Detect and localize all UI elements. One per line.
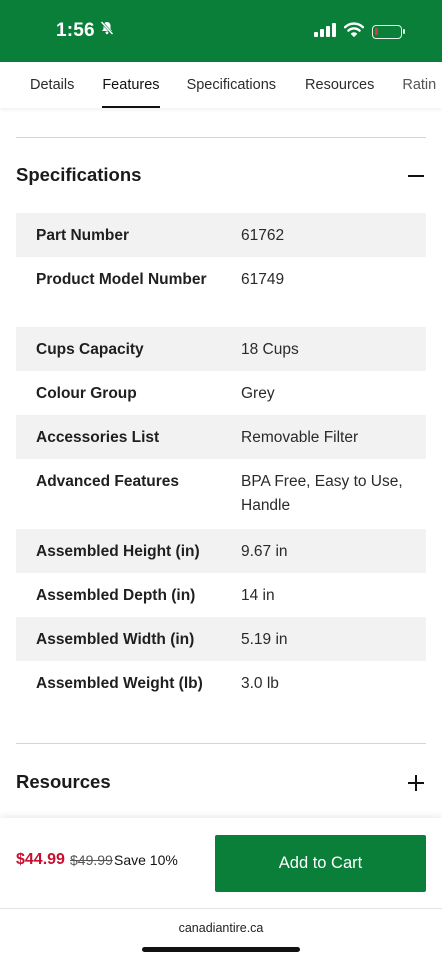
spec-label: Advanced Features <box>36 473 179 490</box>
battery-low-icon <box>372 25 405 39</box>
spec-value: 5.19 in <box>241 631 288 648</box>
spec-label: Product Model Number <box>36 271 207 288</box>
spec-label: Accessories List <box>36 429 160 446</box>
spec-value: Removable Filter <box>241 429 359 446</box>
tab-ratings[interactable]: Ratin <box>402 62 436 108</box>
spec-row: Assembled Depth (in) 14 in <box>16 573 426 617</box>
minus-icon[interactable] <box>406 166 426 186</box>
add-to-cart-button[interactable]: Add to Cart <box>215 835 426 892</box>
spec-label: Part Number <box>36 227 130 244</box>
wifi-icon <box>343 22 365 42</box>
specifications-table: Part Number 61762 Product Model Number 6… <box>16 213 426 705</box>
purchase-bar: $44.99 $49.99 Save 10% Add to Cart <box>0 818 442 908</box>
spec-value: 9.67 in <box>241 543 288 560</box>
spec-row: Assembled Weight (lb) 3.0 lb <box>16 661 426 705</box>
status-bar: 1:56 <box>0 0 442 62</box>
spec-row: Assembled Width (in) 5.19 in <box>16 617 426 661</box>
spec-row: Product Model Number 61749 <box>16 257 426 327</box>
spec-row: Assembled Height (in) 9.67 in <box>16 529 426 573</box>
tab-resources[interactable]: Resources <box>305 62 374 108</box>
spec-label: Assembled Depth (in) <box>36 587 196 604</box>
section-divider <box>16 137 426 138</box>
spec-label: Assembled Height (in) <box>36 543 200 560</box>
spec-value: 61749 <box>241 271 285 288</box>
spec-label: Assembled Weight (lb) <box>36 675 203 692</box>
battery-level <box>375 28 378 35</box>
savings-text: Save 10% <box>114 852 178 868</box>
sale-price: $44.99 <box>16 851 65 868</box>
cellular-signal-icon <box>314 22 336 42</box>
spec-row: Accessories List Removable Filter <box>16 415 426 459</box>
spec-value: Grey <box>241 385 275 402</box>
spec-label: Cups Capacity <box>36 341 144 358</box>
spec-label: Colour Group <box>36 385 137 402</box>
spec-value: 18 Cups <box>241 341 299 358</box>
clock-text: 1:56 <box>56 20 95 41</box>
tab-features[interactable]: Features <box>102 62 160 108</box>
spec-value: 14 in <box>241 587 275 604</box>
regular-price: $49.99 <box>70 852 113 868</box>
resources-heading: Resources <box>16 771 111 792</box>
specifications-heading: Specifications <box>16 164 142 185</box>
url-text[interactable]: canadiantire.ca <box>0 921 442 935</box>
spec-value: BPA Free, Easy to Use, Handle <box>241 473 403 514</box>
spec-value: 3.0 lb <box>241 675 279 692</box>
section-tab-bar: Details Features Specifications Resource… <box>0 62 442 108</box>
spec-value: 61762 <box>241 227 285 244</box>
status-time: 1:56 <box>56 20 115 42</box>
tab-details[interactable]: Details <box>30 62 74 108</box>
bell-slash-icon <box>99 20 115 42</box>
home-indicator[interactable] <box>142 947 300 952</box>
spec-row: Advanced Features BPA Free, Easy to Use,… <box>16 459 426 529</box>
spec-row: Part Number 61762 <box>16 213 426 257</box>
tab-specifications[interactable]: Specifications <box>187 62 276 108</box>
spec-label: Assembled Width (in) <box>36 631 195 648</box>
plus-icon[interactable] <box>406 773 426 793</box>
spec-row: Cups Capacity 18 Cups <box>16 327 426 371</box>
section-divider <box>16 743 426 744</box>
browser-url-bar: canadiantire.ca <box>0 908 442 960</box>
spec-row: Colour Group Grey <box>16 371 426 415</box>
